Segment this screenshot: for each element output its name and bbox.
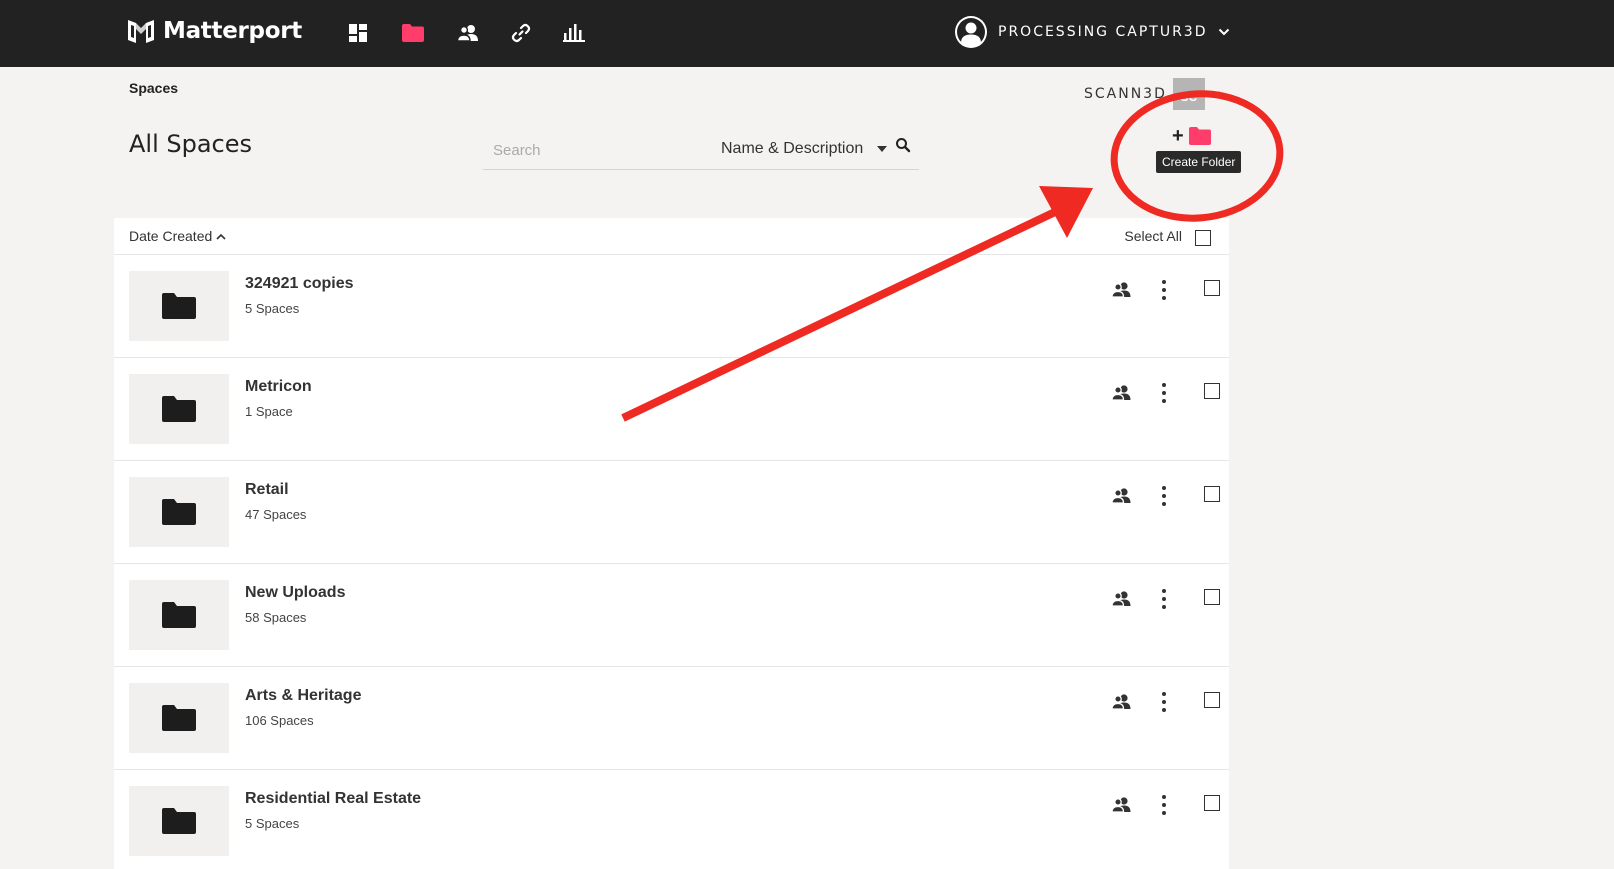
more-options-icon[interactable]: [1160, 486, 1168, 506]
row-checkbox[interactable]: [1204, 692, 1220, 708]
row-checkbox[interactable]: [1204, 589, 1220, 605]
share-users-icon[interactable]: [1110, 590, 1132, 608]
folder-space-count: 5 Spaces: [245, 301, 300, 316]
folder-title[interactable]: Residential Real Estate: [245, 790, 421, 808]
folder-icon: [162, 293, 196, 319]
folder-title[interactable]: Retail: [245, 481, 289, 499]
share-users-icon[interactable]: [1110, 487, 1132, 505]
row-checkbox[interactable]: [1204, 486, 1220, 502]
folder-icon: [162, 499, 196, 525]
row-checkbox[interactable]: [1204, 383, 1220, 399]
select-all-label: Select All: [1124, 228, 1182, 244]
nav-links[interactable]: [508, 20, 534, 46]
folder-row[interactable]: Arts & Heritage 106 Spaces: [114, 667, 1229, 770]
folder-thumbnail: [129, 683, 229, 753]
page-title: All Spaces: [129, 130, 253, 158]
folder-icon: [162, 808, 196, 834]
folder-row[interactable]: Metricon 1 Space: [114, 358, 1229, 461]
search-filter-select[interactable]: Name & Description: [721, 140, 888, 158]
more-options-icon[interactable]: [1160, 589, 1168, 609]
folder-row[interactable]: 324921 copies 5 Spaces: [114, 255, 1229, 358]
matterport-logo[interactable]: Matterport: [127, 16, 302, 46]
search-filter-value: Name & Description: [721, 140, 864, 157]
user-avatar-icon: [955, 16, 987, 48]
more-options-icon[interactable]: [1160, 795, 1168, 815]
create-folder-button[interactable]: +: [1172, 126, 1212, 146]
folder-icon: [162, 602, 196, 628]
folder-space-count: 58 Spaces: [245, 610, 307, 625]
nav-spaces[interactable]: [400, 20, 426, 46]
share-users-icon[interactable]: [1110, 693, 1132, 711]
nav-users[interactable]: [455, 20, 481, 46]
folder-row[interactable]: Retail 47 Spaces: [114, 461, 1229, 564]
org-badge: SC: [1172, 78, 1205, 110]
chevron-up-icon: [216, 233, 226, 240]
share-users-icon[interactable]: [1110, 796, 1132, 814]
folder-icon: [1188, 127, 1211, 145]
row-checkbox[interactable]: [1204, 280, 1220, 296]
users-icon: [456, 25, 478, 42]
share-users-icon[interactable]: [1110, 281, 1132, 299]
list-header: Date Created Select All: [114, 218, 1229, 255]
caret-down-icon: [877, 146, 888, 152]
folder-title[interactable]: Arts & Heritage: [245, 687, 361, 705]
folder-space-count: 5 Spaces: [245, 816, 300, 831]
account-name: PROCESSING CAPTUR3D: [998, 24, 1208, 40]
spaces-list: Date Created Select All 324921 copies 5 …: [114, 218, 1229, 869]
dashboard-icon: [349, 24, 367, 42]
breadcrumb[interactable]: Spaces: [129, 80, 178, 96]
folder-space-count: 1 Space: [245, 404, 293, 419]
folder-row[interactable]: New Uploads 58 Spaces: [114, 564, 1229, 667]
folder-icon: [402, 24, 424, 42]
more-options-icon[interactable]: [1160, 280, 1168, 300]
folder-thumbnail: [129, 580, 229, 650]
search-bar: Name & Description: [483, 134, 919, 170]
brand-name: Matterport: [163, 18, 302, 44]
folder-thumbnail: [129, 477, 229, 547]
folder-title[interactable]: New Uploads: [245, 584, 345, 602]
sort-label: Date Created: [129, 228, 213, 244]
select-all-checkbox[interactable]: [1195, 230, 1211, 246]
folder-title[interactable]: Metricon: [245, 378, 312, 396]
nav-dashboard[interactable]: [345, 20, 371, 46]
plus-icon: +: [1172, 125, 1184, 147]
link-icon: [511, 23, 531, 43]
top-nav-bar: Matterport PROCESSING CAPTUR3D: [0, 0, 1614, 67]
more-options-icon[interactable]: [1160, 692, 1168, 712]
account-menu[interactable]: PROCESSING CAPTUR3D: [954, 15, 1230, 49]
search-input[interactable]: [493, 136, 693, 164]
folder-space-count: 47 Spaces: [245, 507, 307, 522]
org-name: SCANN3D: [1084, 86, 1167, 102]
nav-analytics[interactable]: [561, 20, 587, 46]
chevron-down-icon: [1218, 28, 1229, 36]
analytics-icon: [563, 24, 585, 42]
folder-icon: [162, 705, 196, 731]
create-folder-tooltip: Create Folder: [1156, 151, 1242, 173]
search-icon[interactable]: [895, 137, 911, 153]
folder-thumbnail: [129, 786, 229, 856]
folder-row[interactable]: Residential Real Estate 5 Spaces: [114, 770, 1229, 869]
org-switcher[interactable]: SCANN3D SC: [1084, 78, 1221, 110]
folder-thumbnail: [129, 374, 229, 444]
matterport-logo-icon: [128, 20, 154, 43]
row-checkbox[interactable]: [1204, 795, 1220, 811]
chevron-down-icon: [1211, 90, 1221, 97]
sort-date-created[interactable]: Date Created: [129, 228, 226, 244]
folder-title[interactable]: 324921 copies: [245, 275, 354, 293]
share-users-icon[interactable]: [1110, 384, 1132, 402]
folder-icon: [162, 396, 196, 422]
folder-space-count: 106 Spaces: [245, 713, 314, 728]
folder-thumbnail: [129, 271, 229, 341]
more-options-icon[interactable]: [1160, 383, 1168, 403]
